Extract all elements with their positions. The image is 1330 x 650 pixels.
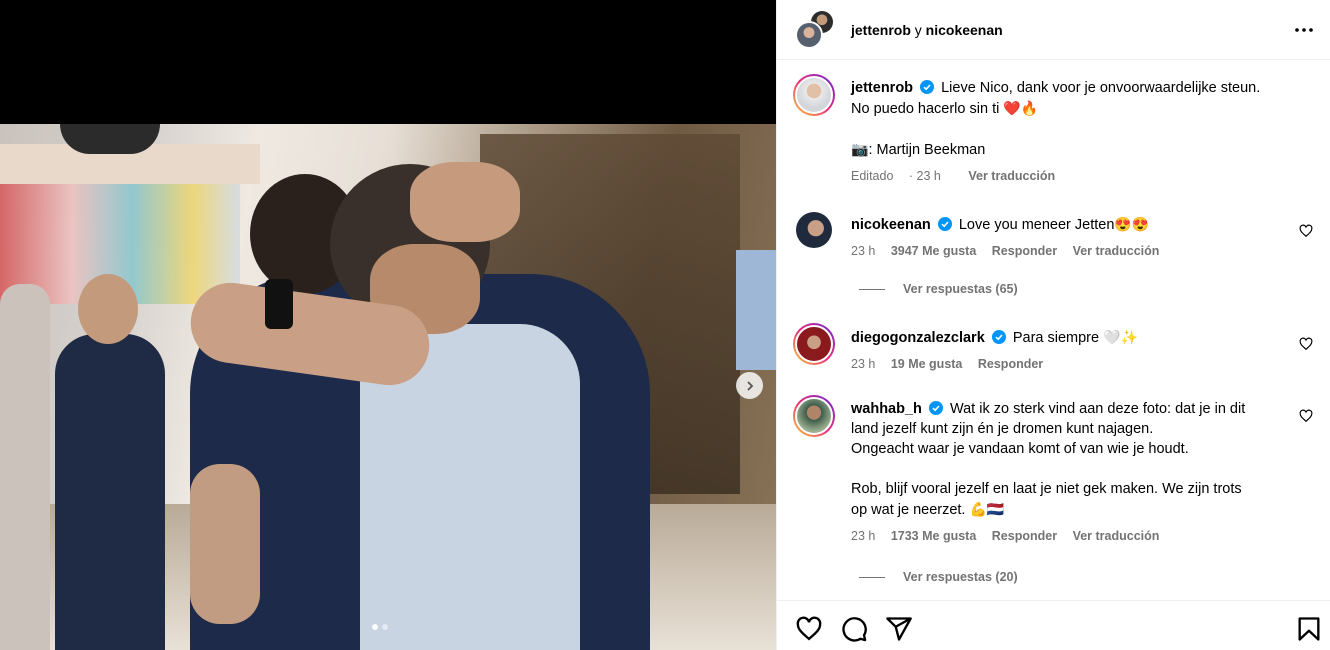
chevron-right-icon (746, 380, 753, 391)
carousel-dots (372, 624, 388, 630)
carousel-dot-active (372, 624, 378, 630)
photo-hand-head (410, 162, 520, 242)
comment-time: 23 h (851, 357, 876, 371)
comment-emoji: 💪🇳🇱 (969, 501, 1005, 517)
comment-text-line1: Wat ik zo sterk vind aan deze foto: dat … (949, 401, 1246, 417)
heart-icon[interactable] (795, 615, 823, 643)
comment-time: 23 h (851, 529, 876, 543)
bookmark-icon[interactable] (1295, 615, 1323, 643)
header-username-2[interactable]: nicokeenan (926, 22, 1003, 38)
caption: jettenrob Lieve Nico, dank voor je onvoo… (793, 74, 1313, 194)
comment-body: diegogonzalezclark Para siempre 🤍✨ 23 h … (851, 327, 1289, 374)
post-header: jettenrob y nicokeenan (777, 0, 1330, 60)
heart-icon[interactable] (1299, 409, 1313, 423)
view-replies-link[interactable]: Ver respuestas (65) (859, 282, 1018, 296)
post-actions-bar (777, 600, 1330, 650)
next-photo-button[interactable] (736, 372, 763, 399)
photo-watch (265, 279, 293, 329)
photo-person-left (0, 284, 50, 650)
caption-credit: : Martijn Beekman (868, 142, 986, 158)
header-username-1[interactable]: jettenrob (851, 22, 911, 38)
collab-avatars[interactable] (795, 8, 837, 51)
caption-body: jettenrob Lieve Nico, dank voor je onvoo… (851, 78, 1289, 186)
comment-avatar[interactable] (796, 212, 832, 248)
caption-translate-link[interactable]: Ver traducción (968, 169, 1055, 183)
caption-text-line2: No puedo hacerlo sin ti (851, 101, 1000, 117)
comment-body: wahhab_h Wat ik zo sterk vind aan deze f… (851, 399, 1289, 546)
photo-person-suit (55, 334, 165, 650)
comment-translate-link[interactable]: Ver traducción (1073, 244, 1160, 258)
view-replies-link[interactable]: Ver respuestas (20) (859, 570, 1018, 584)
caption-username[interactable]: jettenrob (851, 80, 913, 96)
comment-username[interactable]: diegogonzalezclark (851, 330, 985, 346)
comment-emoji: 😍😍 (1114, 216, 1150, 232)
verified-badge-icon (937, 217, 952, 231)
camera-icon: 📷 (851, 141, 869, 157)
caption-edited: Editado · 23 h (851, 169, 941, 183)
comment-reply-link[interactable]: Responder (992, 529, 1057, 543)
comment-time: 23 h (851, 244, 876, 258)
heart-icon[interactable] (1299, 337, 1313, 351)
comment-text: Love you meneer Jetten (958, 217, 1115, 233)
comment-item: wahhab_h Wat ik zo sterk vind aan deze f… (793, 395, 1313, 555)
comment-username[interactable]: wahhab_h (851, 401, 922, 417)
caption-emoji: ❤️🔥 (1003, 100, 1039, 116)
caption-text-line1: Lieve Nico, dank voor je onvoorwaardelij… (941, 80, 1261, 96)
comment-emoji: 🤍✨ (1103, 329, 1138, 345)
verified-badge-icon (920, 80, 935, 94)
photo-lamp (60, 124, 160, 154)
view-replies-label: Ver respuestas (20) (903, 570, 1018, 584)
comment-text-line2: land jezelf kunt zijn én je dromen kunt … (851, 421, 1154, 437)
photo-hand-back (190, 464, 260, 624)
post-photo[interactable] (0, 124, 776, 650)
comment-reply-link[interactable]: Responder (992, 244, 1057, 258)
post-header-title: jettenrob y nicokeenan (851, 22, 1003, 38)
verified-badge-icon (928, 401, 943, 415)
comment-likes[interactable]: 1733 Me gusta (891, 529, 976, 543)
carousel-dot (382, 624, 388, 630)
post-media (0, 0, 776, 650)
comment-text-line5: op wat je neerzet. (851, 502, 966, 518)
comment-body: nicokeenan Love you meneer Jetten😍😍 23 h… (851, 214, 1289, 261)
header-separator: y (914, 21, 922, 38)
caption-avatar[interactable] (793, 74, 835, 116)
comment-avatar[interactable] (793, 395, 835, 437)
comments-list[interactable]: jettenrob Lieve Nico, dank voor je onvoo… (777, 60, 1330, 600)
comment-translate-link[interactable]: Ver traducción (1073, 529, 1160, 543)
comment-likes[interactable]: 3947 Me gusta (891, 244, 976, 258)
share-icon[interactable] (885, 615, 913, 643)
comment-text-line4: Rob, blijf vooral jezelf en laat je niet… (851, 481, 1242, 497)
replies-divider (859, 576, 885, 578)
comment-text: Para siempre (1012, 330, 1100, 346)
more-options-button[interactable] (1292, 18, 1316, 42)
photo-screen (736, 250, 776, 370)
comment-reply-link[interactable]: Responder (978, 357, 1043, 371)
post-side-panel: jettenrob y nicokeenan jettenrob Lieve N… (776, 0, 1330, 650)
comment-text-line3: Ongeacht waar je vandaan komt of van wie… (851, 441, 1189, 457)
comment-icon[interactable] (840, 615, 868, 643)
comment-avatar[interactable] (793, 323, 835, 365)
comment-likes[interactable]: 19 Me gusta (891, 357, 963, 371)
avatar-user1 (795, 20, 823, 49)
photo-person-head (78, 274, 138, 344)
heart-icon[interactable] (1299, 224, 1313, 238)
comment-item: diegogonzalezclark Para siempre 🤍✨ 23 h … (793, 323, 1313, 383)
comment-username[interactable]: nicokeenan (851, 217, 931, 233)
more-horizontal-icon (1295, 28, 1313, 32)
verified-badge-icon (991, 330, 1006, 344)
replies-divider (859, 288, 885, 290)
view-replies-label: Ver respuestas (65) (903, 282, 1018, 296)
comment-item: nicokeenan Love you meneer Jetten😍😍 23 h… (793, 210, 1313, 270)
